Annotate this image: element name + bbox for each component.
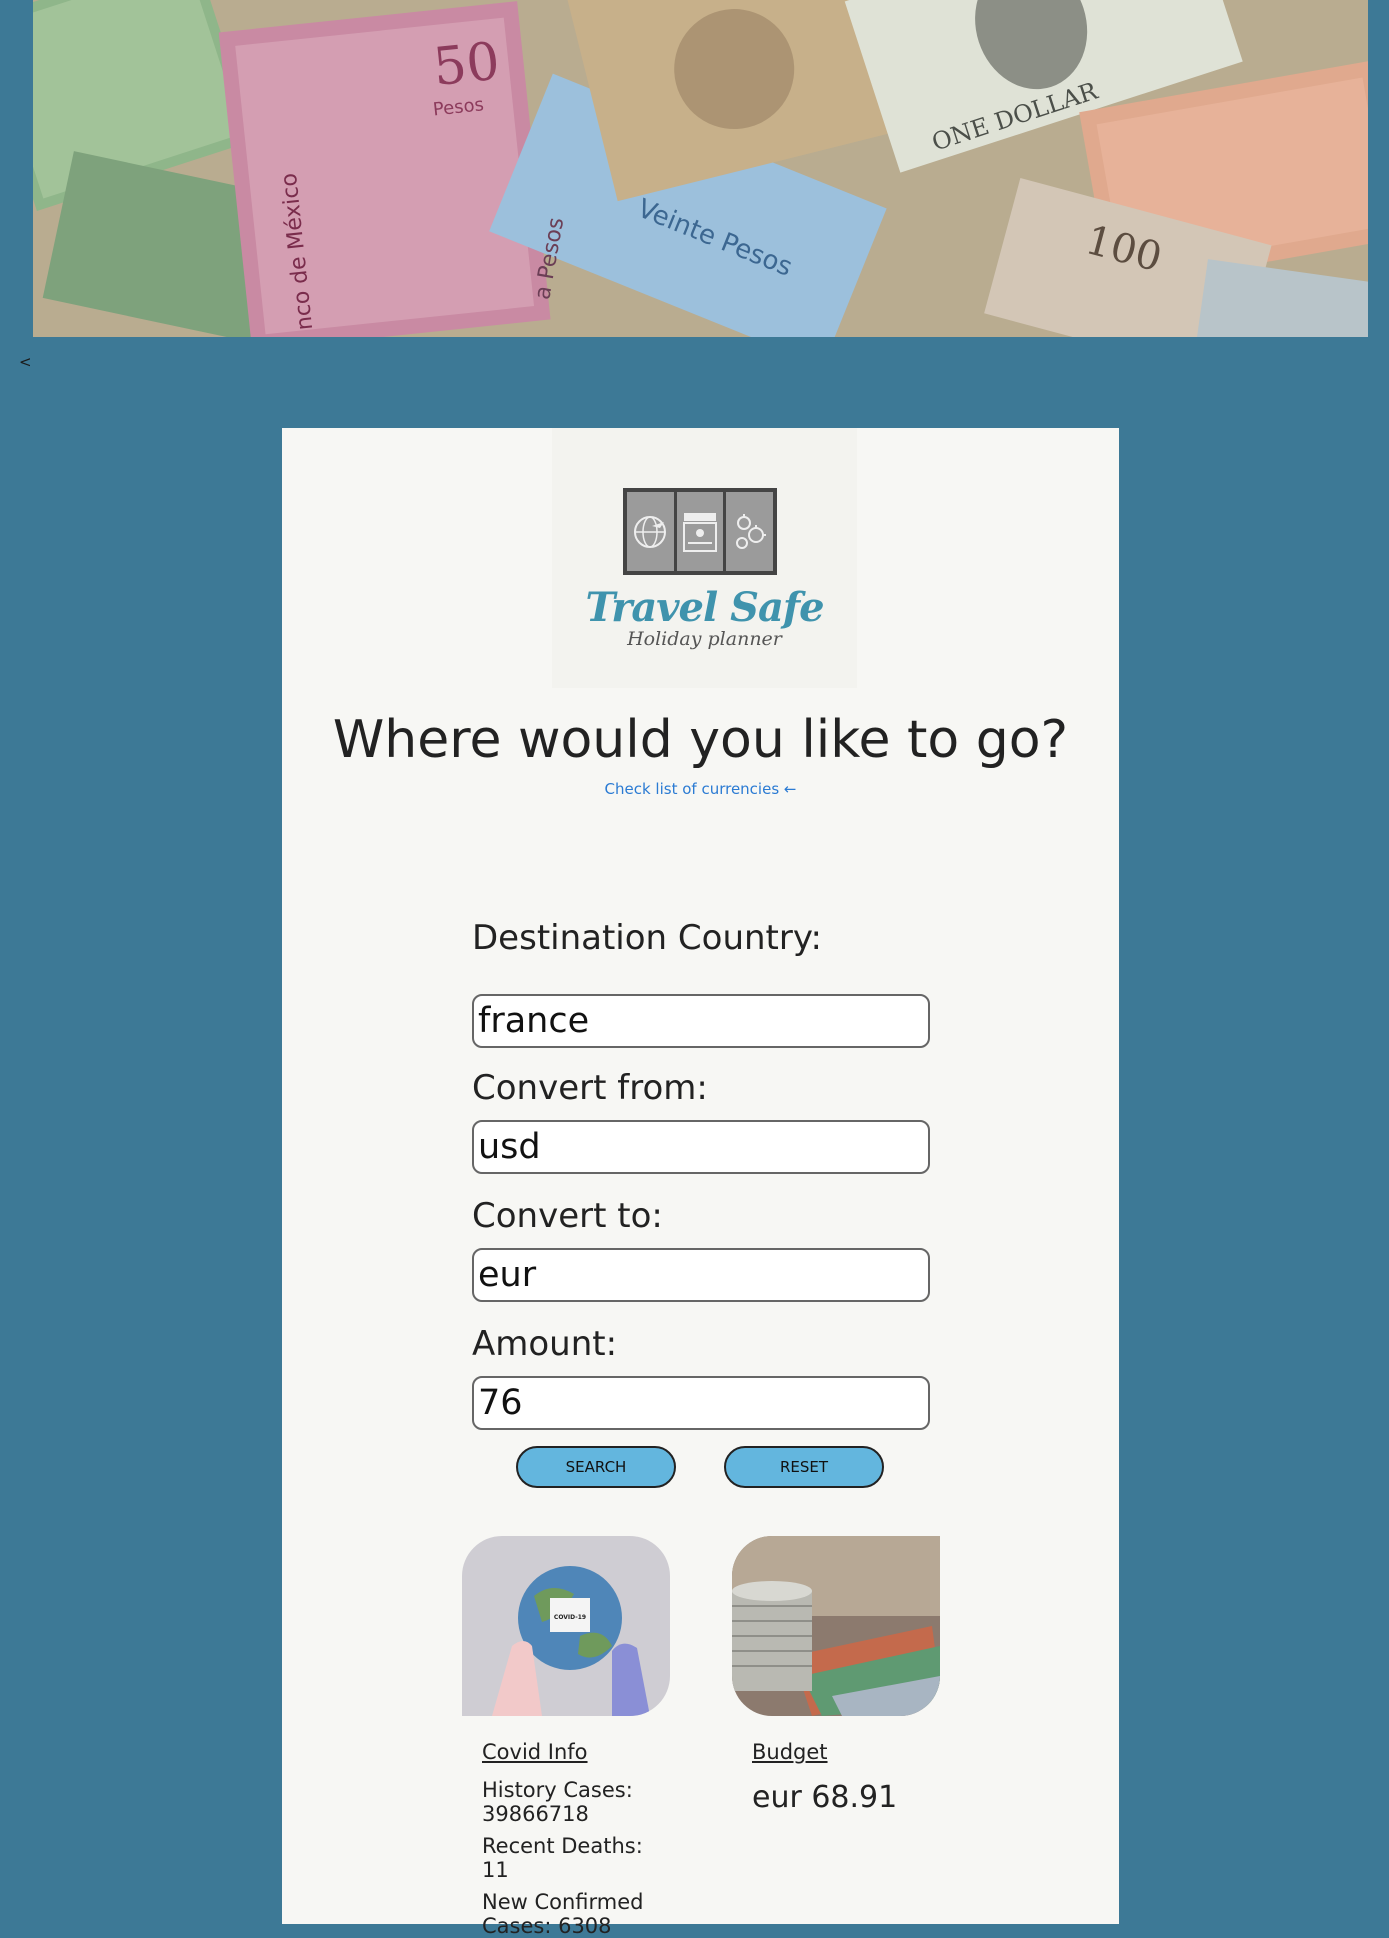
history-cases-label: History Cases: [482,1778,633,1802]
budget-value: eur 68.91 [752,1780,898,1815]
convert-to-input[interactable] [472,1248,930,1302]
page-heading: Where would you like to go? [332,710,1069,770]
travel-safe-logo: Travel Safe Holiday planner [552,428,857,688]
logo-icon-frame [623,488,777,575]
covid-globe-image: COVID-19 [462,1536,670,1716]
hero-banner-image: 50 Pesos nco de México Veinte Pesos a Pe… [33,0,1368,337]
amount-input[interactable] [472,1376,930,1430]
history-cases-value: 39866718 [482,1802,589,1826]
exchange-booth-icon [677,492,727,571]
peso-value-text: 50 [430,31,502,98]
trip-form: Destination Country: Convert from: Conve… [472,908,932,1430]
back-link[interactable]: < [19,353,32,371]
logo-subtitle: Holiday planner [627,628,782,650]
budget-coins-image [732,1536,940,1716]
virus-icon [726,492,773,571]
search-button[interactable]: SEARCH [516,1446,676,1488]
main-card: Travel Safe Holiday planner Where would … [282,428,1119,1938]
recent-deaths-stat: Recent Deaths: 11 [482,1834,682,1882]
covid-info-link[interactable]: Covid Info [482,1740,588,1764]
history-cases-stat: History Cases: 39866718 [482,1778,682,1826]
currency-list-link[interactable]: Check list of currencies ← [282,780,1119,798]
globe-plane-icon [627,492,677,571]
amount-label: Amount: [472,1324,618,1364]
reset-button[interactable]: RESET [724,1446,884,1488]
destination-label: Destination Country: [472,918,822,958]
recent-deaths-value: 11 [482,1858,509,1882]
destination-input[interactable] [472,994,930,1048]
recent-deaths-label: Recent Deaths: [482,1834,643,1858]
convert-from-input[interactable] [472,1120,930,1174]
new-confirmed-value: Cases: 6308 [482,1914,612,1938]
convert-to-label: Convert to: [472,1196,663,1236]
logo-title: Travel Safe [585,584,824,631]
budget-link[interactable]: Budget [752,1740,828,1764]
covid-badge-text: COVID-19 [554,1614,586,1621]
convert-from-label: Convert from: [472,1068,708,1108]
new-confirmed-stat: New Confirmed Cases: 6308 [482,1890,682,1938]
new-confirmed-label: New Confirmed [482,1890,644,1914]
